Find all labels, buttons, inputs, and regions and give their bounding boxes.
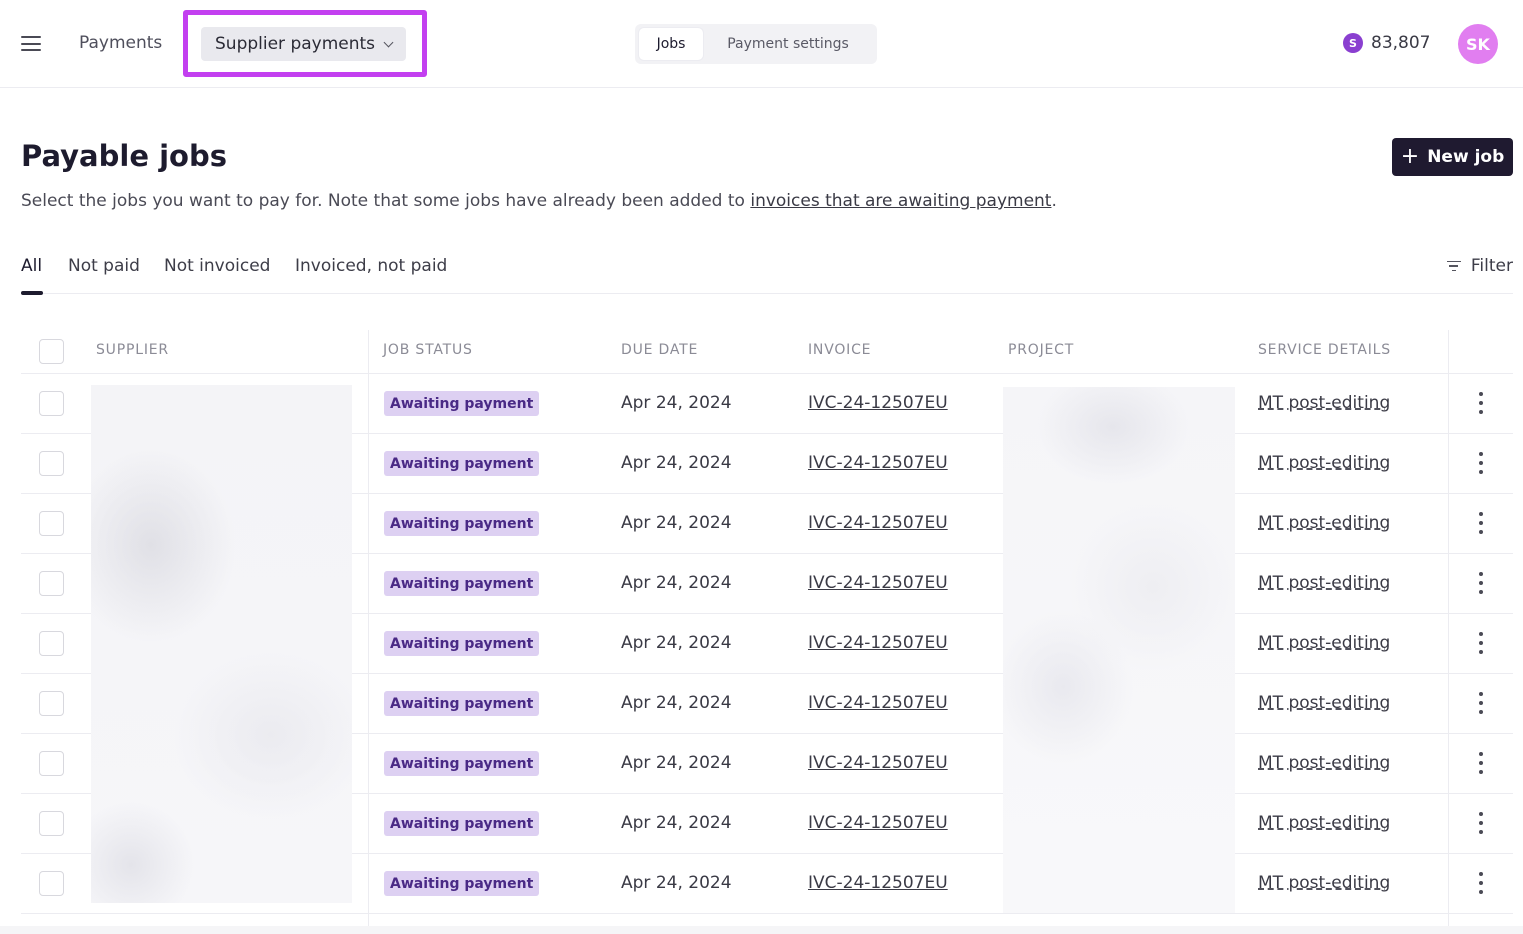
hamburger-icon[interactable] [21, 36, 41, 51]
subtitle-text: Select the jobs you want to pay for. Not… [21, 191, 751, 211]
invoice-link[interactable]: IVC-24-12507EU [808, 753, 948, 773]
invoice-link[interactable]: IVC-24-12507EU [808, 513, 948, 533]
status-badge: Awaiting payment [384, 511, 540, 536]
awaiting-invoices-link[interactable]: invoices that are awaiting payment [750, 191, 1051, 211]
row-checkbox[interactable] [39, 511, 64, 536]
service-details-link[interactable]: MT post-editing [1258, 693, 1390, 713]
tab-invoiced-not-paid[interactable]: Invoiced, not paid [295, 256, 447, 276]
filter-tabs: All Not paid Not invoiced Invoiced, not … [21, 244, 1513, 295]
row-checkbox[interactable] [39, 751, 64, 776]
select-all-checkbox[interactable] [39, 339, 64, 364]
section-dropdown-label: Supplier payments [215, 34, 376, 54]
more-options-icon[interactable] [1475, 632, 1487, 654]
table-header: SUPPLIER JOB STATUS DUE DATE INVOICE PRO… [21, 330, 1513, 374]
column-header-due-date[interactable]: DUE DATE [621, 342, 698, 358]
subtitle-suffix: . [1051, 191, 1057, 211]
column-header-job-status[interactable]: JOB STATUS [383, 342, 473, 358]
filter-label: Filter [1470, 256, 1513, 276]
due-date: Apr 24, 2024 [621, 633, 732, 653]
row-checkbox[interactable] [39, 631, 64, 656]
due-date: Apr 24, 2024 [621, 693, 732, 713]
status-badge: Awaiting payment [384, 571, 540, 596]
row-checkbox[interactable] [39, 811, 64, 836]
invoice-link[interactable]: IVC-24-12507EU [808, 873, 948, 893]
coin-icon: S [1343, 33, 1363, 53]
column-header-project[interactable]: PROJECT [1008, 342, 1074, 358]
invoice-link[interactable]: IVC-24-12507EU [808, 633, 948, 653]
row-checkbox[interactable] [39, 451, 64, 476]
more-options-icon[interactable] [1475, 512, 1487, 534]
service-details-link[interactable]: MT post-editing [1258, 573, 1390, 593]
due-date: Apr 24, 2024 [621, 453, 732, 473]
breadcrumb-payments[interactable]: Payments [79, 33, 162, 53]
column-header-invoice[interactable]: INVOICE [808, 342, 871, 358]
more-options-icon[interactable] [1475, 692, 1487, 714]
row-checkbox[interactable] [39, 571, 64, 596]
due-date: Apr 24, 2024 [621, 513, 732, 533]
status-badge: Awaiting payment [384, 751, 540, 776]
column-header-supplier[interactable]: SUPPLIER [96, 342, 169, 358]
due-date: Apr 24, 2024 [621, 873, 732, 893]
tab-not-invoiced[interactable]: Not invoiced [164, 256, 270, 276]
more-options-icon[interactable] [1475, 452, 1487, 474]
status-badge: Awaiting payment [384, 391, 540, 416]
chevron-down-icon [383, 37, 394, 47]
service-details-link[interactable]: MT post-editing [1258, 453, 1390, 473]
invoice-link[interactable]: IVC-24-12507EU [808, 693, 948, 713]
due-date: Apr 24, 2024 [621, 393, 732, 413]
view-switcher: Jobs Payment settings [635, 24, 877, 64]
new-job-button[interactable]: + New job [1392, 138, 1513, 176]
invoice-link[interactable]: IVC-24-12507EU [808, 573, 948, 593]
status-badge: Awaiting payment [384, 451, 540, 476]
service-details-link[interactable]: MT post-editing [1258, 813, 1390, 833]
more-options-icon[interactable] [1475, 872, 1487, 894]
filter-icon [1446, 260, 1461, 272]
page-subtitle: Select the jobs you want to pay for. Not… [21, 191, 1057, 211]
filter-button[interactable]: Filter [1446, 256, 1513, 276]
top-bar: Payments Supplier payments Jobs Payment … [0, 0, 1523, 88]
tab-not-paid[interactable]: Not paid [68, 256, 140, 276]
status-badge: Awaiting payment [384, 631, 540, 656]
invoice-link[interactable]: IVC-24-12507EU [808, 453, 948, 473]
status-badge: Awaiting payment [384, 811, 540, 836]
page-bottom-edge [0, 926, 1523, 934]
more-options-icon[interactable] [1475, 392, 1487, 414]
service-details-link[interactable]: MT post-editing [1258, 633, 1390, 653]
page-title: Payable jobs [21, 139, 227, 173]
redacted-supplier-column [91, 385, 352, 903]
service-details-link[interactable]: MT post-editing [1258, 753, 1390, 773]
row-checkbox[interactable] [39, 691, 64, 716]
redacted-project-column [1003, 387, 1235, 913]
service-details-link[interactable]: MT post-editing [1258, 513, 1390, 533]
due-date: Apr 24, 2024 [621, 753, 732, 773]
invoice-link[interactable]: IVC-24-12507EU [808, 393, 948, 413]
due-date: Apr 24, 2024 [621, 573, 732, 593]
row-checkbox[interactable] [39, 391, 64, 416]
new-job-label: New job [1427, 147, 1505, 167]
invoice-link[interactable]: IVC-24-12507EU [808, 813, 948, 833]
service-details-link[interactable]: MT post-editing [1258, 393, 1390, 413]
credits-amount: 83,807 [1371, 33, 1431, 53]
active-tab-indicator [21, 291, 43, 295]
plus-icon: + [1400, 143, 1420, 169]
credits-balance: S 83,807 [1343, 33, 1430, 53]
avatar[interactable]: SK [1458, 24, 1498, 64]
more-options-icon[interactable] [1475, 572, 1487, 594]
service-details-link[interactable]: MT post-editing [1258, 873, 1390, 893]
tab-jobs[interactable]: Jobs [639, 28, 703, 60]
column-header-service-details[interactable]: SERVICE DETAILS [1258, 342, 1391, 358]
tab-payment-settings[interactable]: Payment settings [703, 28, 873, 60]
status-badge: Awaiting payment [384, 871, 540, 896]
row-checkbox[interactable] [39, 871, 64, 896]
due-date: Apr 24, 2024 [621, 813, 732, 833]
tab-all[interactable]: All [21, 256, 42, 276]
section-dropdown[interactable]: Supplier payments [201, 27, 406, 61]
more-options-icon[interactable] [1475, 812, 1487, 834]
more-options-icon[interactable] [1475, 752, 1487, 774]
status-badge: Awaiting payment [384, 691, 540, 716]
